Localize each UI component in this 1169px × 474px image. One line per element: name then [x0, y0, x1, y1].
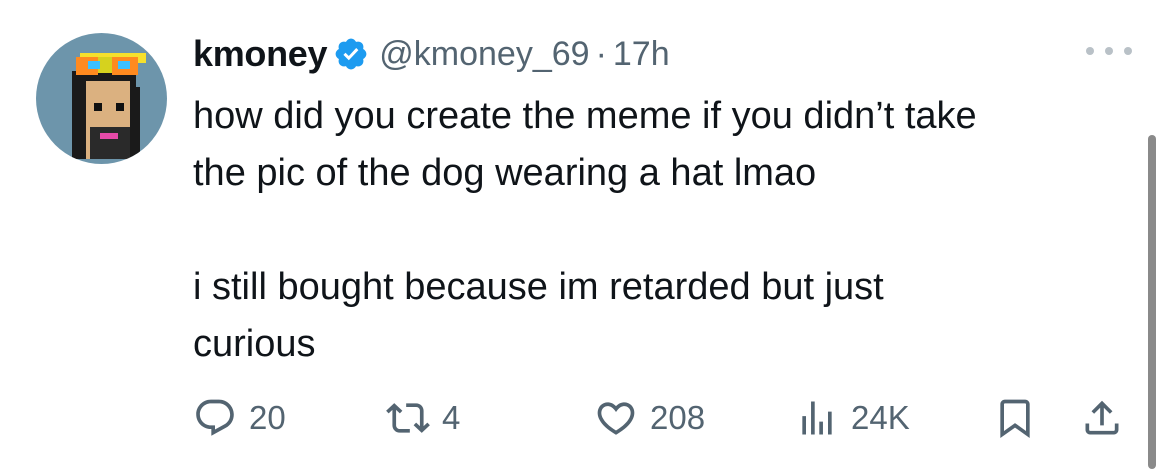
- verified-badge-icon: [333, 36, 369, 72]
- views-chart-icon: [802, 401, 832, 435]
- retweet-count: 4: [442, 399, 461, 436]
- author-avatar[interactable]: [36, 33, 167, 164]
- header-separator: ·: [595, 34, 607, 73]
- bookmark-button[interactable]: [993, 396, 1037, 440]
- tweet-body: how did you create the meme if you didn’…: [193, 95, 977, 365]
- retweet-icon: [386, 403, 430, 433]
- reply-icon: [196, 399, 234, 436]
- views-button[interactable]: 24K: [795, 396, 910, 440]
- reply-button[interactable]: 20: [193, 396, 286, 440]
- tweet-actions: 20 4 208 24K: [0, 396, 1169, 440]
- share-button[interactable]: [1080, 396, 1124, 440]
- more-options-icon[interactable]: [1086, 44, 1132, 58]
- author-handle[interactable]: @kmoney_69: [379, 35, 589, 74]
- like-button[interactable]: 208: [594, 396, 705, 440]
- punk-avatar-icon: [72, 53, 146, 159]
- heart-icon: [597, 402, 635, 435]
- views-count: 24K: [851, 399, 910, 436]
- bookmark-icon: [1000, 399, 1030, 439]
- author-display-name[interactable]: kmoney: [193, 33, 328, 75]
- tweet-timestamp[interactable]: 17h: [613, 35, 670, 74]
- share-icon: [1085, 400, 1119, 435]
- reply-count: 20: [249, 399, 286, 436]
- tweet-header: kmoney @kmoney_69 · 17h: [193, 32, 670, 76]
- like-count: 208: [650, 399, 706, 436]
- retweet-button[interactable]: 4: [386, 396, 460, 440]
